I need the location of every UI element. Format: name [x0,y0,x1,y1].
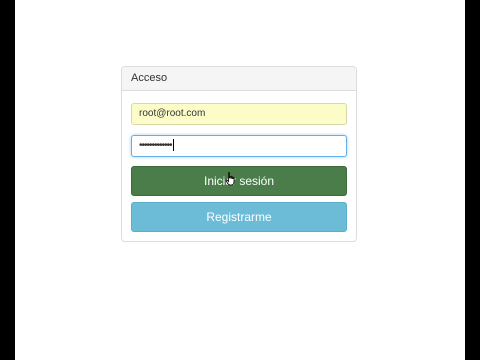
panel-title: Acceso [131,72,168,84]
register-button[interactable]: Registrarme [131,202,347,232]
login-panel: Acceso root@root.com ••••••••••••• Inici… [121,66,357,242]
password-field[interactable]: ••••••••••••• [131,135,347,157]
email-field[interactable]: root@root.com [131,103,347,125]
email-value: root@root.com [139,108,206,119]
password-value: ••••••••••••• [139,140,173,151]
hand-pointer-icon [225,172,235,186]
panel-heading: Acceso [122,67,356,91]
login-button-label: Iniciar sesión [203,174,275,188]
page: Acceso root@root.com ••••••••••••• Inici… [15,0,465,360]
text-caret [172,139,174,152]
register-button-label: Registrarme [206,210,272,224]
login-button[interactable]: Iniciar sesión [131,166,347,196]
